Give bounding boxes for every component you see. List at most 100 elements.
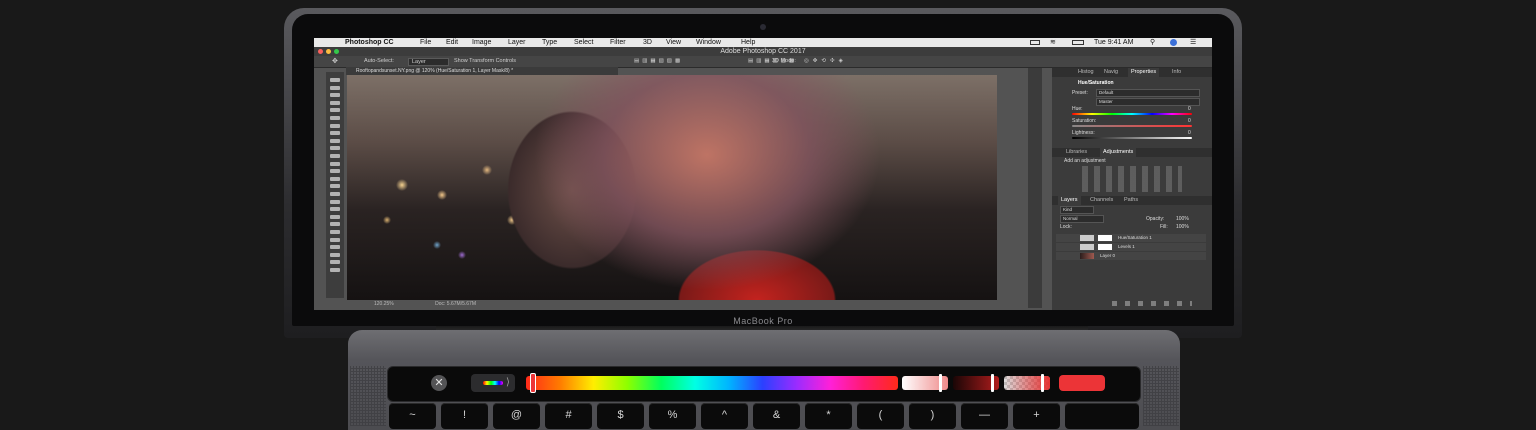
tool-icon[interactable] bbox=[330, 93, 340, 98]
shade-slider-handle[interactable] bbox=[991, 374, 994, 392]
align-icons[interactable]: ▤▥▦▧▨▩ bbox=[634, 56, 683, 67]
tool-icon[interactable] bbox=[330, 169, 340, 174]
menu-image[interactable]: Image bbox=[472, 38, 491, 47]
tab-libraries[interactable]: Libraries bbox=[1066, 148, 1087, 157]
tab-properties[interactable]: Properties bbox=[1128, 68, 1160, 77]
menu-view[interactable]: View bbox=[666, 38, 681, 47]
3d-mode-icons[interactable]: ◎✥⟲✣◈ bbox=[804, 56, 847, 67]
key-percent[interactable]: % bbox=[649, 403, 696, 429]
hue-value[interactable]: 0 bbox=[1188, 106, 1191, 112]
key-dollar[interactable]: $ bbox=[597, 403, 644, 429]
menu-3d[interactable]: 3D bbox=[643, 38, 652, 47]
saturation-slider[interactable] bbox=[1072, 125, 1192, 127]
tool-icon[interactable] bbox=[330, 108, 340, 113]
menu-select[interactable]: Select bbox=[574, 38, 593, 47]
tool-icon[interactable] bbox=[330, 176, 340, 181]
touch-bar-close-button[interactable]: ✕ bbox=[431, 375, 447, 391]
window-zoom-button[interactable] bbox=[334, 49, 339, 54]
image-canvas[interactable] bbox=[347, 75, 997, 300]
lightness-slider[interactable] bbox=[1072, 137, 1192, 139]
key-caret[interactable]: ^ bbox=[701, 403, 748, 429]
tool-icon[interactable] bbox=[330, 138, 340, 143]
tool-icon[interactable] bbox=[330, 214, 340, 219]
tab-histogram[interactable]: Histog bbox=[1078, 68, 1094, 77]
window-minimize-button[interactable] bbox=[326, 49, 331, 54]
opacity-value[interactable]: 100% bbox=[1176, 216, 1189, 222]
blend-mode-dropdown[interactable]: Normal bbox=[1060, 215, 1104, 223]
menu-filter[interactable]: Filter bbox=[610, 38, 626, 47]
tab-layers[interactable]: Layers bbox=[1058, 196, 1081, 205]
hue-slider[interactable] bbox=[1072, 113, 1192, 115]
key-left-paren[interactable]: ( bbox=[857, 403, 904, 429]
channel-dropdown[interactable]: Master bbox=[1096, 98, 1200, 106]
tool-icon[interactable] bbox=[330, 161, 340, 166]
auto-select-dropdown[interactable]: Layer bbox=[408, 58, 449, 66]
tool-icon[interactable] bbox=[330, 268, 340, 272]
tool-icon[interactable] bbox=[330, 100, 340, 105]
tool-icon[interactable] bbox=[330, 78, 340, 82]
key-asterisk[interactable]: * bbox=[805, 403, 852, 429]
tab-paths[interactable]: Paths bbox=[1124, 196, 1138, 205]
document-tab[interactable]: Rooftopandsunset.NY.png @ 120% (Hue/Satu… bbox=[346, 67, 618, 75]
layer-footer-icons[interactable] bbox=[1112, 301, 1192, 306]
tab-info[interactable]: Info bbox=[1172, 68, 1181, 77]
key-exclamation[interactable]: ! bbox=[441, 403, 488, 429]
spotlight-icon[interactable]: ⚲ bbox=[1150, 38, 1155, 47]
lightness-value[interactable]: 0 bbox=[1188, 130, 1191, 136]
layer-kind-filter[interactable]: Kind bbox=[1060, 206, 1094, 214]
tool-icon[interactable] bbox=[330, 207, 340, 212]
key-hash[interactable]: # bbox=[545, 403, 592, 429]
key-at[interactable]: @ bbox=[493, 403, 540, 429]
menu-file[interactable]: File bbox=[420, 38, 431, 47]
preset-dropdown[interactable]: Default bbox=[1096, 89, 1200, 97]
layer-row[interactable]: Levels 1 bbox=[1056, 243, 1206, 251]
menubar-clock[interactable]: Tue 9:41 AM bbox=[1094, 38, 1133, 47]
notification-center-icon[interactable]: ☰ bbox=[1190, 38, 1196, 47]
tool-icon[interactable] bbox=[330, 192, 340, 196]
tool-icon[interactable] bbox=[330, 146, 340, 151]
tool-icon[interactable] bbox=[330, 184, 340, 189]
layer-name[interactable]: Hue/Saturation 1 bbox=[1118, 234, 1152, 242]
tab-adjustments[interactable]: Adjustments bbox=[1100, 148, 1137, 157]
adjustment-icons-grid[interactable] bbox=[1082, 166, 1182, 192]
tool-icon[interactable] bbox=[330, 131, 340, 136]
tab-navigator[interactable]: Navig bbox=[1104, 68, 1118, 77]
menu-help[interactable]: Help bbox=[741, 38, 755, 47]
saturation-value[interactable]: 0 bbox=[1188, 118, 1191, 124]
layer-name[interactable]: Layer 0 bbox=[1100, 252, 1115, 260]
key-tilde[interactable]: ~ bbox=[389, 403, 436, 429]
tool-icon[interactable] bbox=[330, 199, 340, 204]
menu-edit[interactable]: Edit bbox=[446, 38, 458, 47]
airplay-icon[interactable] bbox=[1030, 40, 1040, 45]
hue-slider-handle[interactable] bbox=[529, 373, 536, 393]
key-dash[interactable]: — bbox=[961, 403, 1008, 429]
key-plus[interactable]: + bbox=[1013, 403, 1060, 429]
app-menu[interactable]: Photoshop CC bbox=[345, 38, 394, 47]
key-ampersand[interactable]: & bbox=[753, 403, 800, 429]
key-right-paren[interactable]: ) bbox=[909, 403, 956, 429]
tool-icon[interactable] bbox=[330, 154, 340, 158]
fill-value[interactable]: 100% bbox=[1176, 224, 1189, 230]
tool-icon[interactable] bbox=[330, 260, 340, 265]
layer-row[interactable]: Layer 0 bbox=[1056, 252, 1206, 260]
tool-icon[interactable] bbox=[330, 245, 340, 250]
tool-icon[interactable] bbox=[330, 116, 340, 120]
layer-row[interactable]: Hue/Saturation 1 bbox=[1056, 234, 1206, 242]
tool-icon[interactable] bbox=[330, 237, 340, 242]
move-tool-icon[interactable]: ✥ bbox=[332, 56, 338, 67]
tool-icon[interactable] bbox=[330, 230, 340, 234]
hue-spectrum-slider[interactable] bbox=[526, 376, 898, 390]
key-delete[interactable] bbox=[1065, 403, 1139, 429]
menu-layer[interactable]: Layer bbox=[508, 38, 526, 47]
tool-icon[interactable] bbox=[330, 85, 340, 90]
selected-color-swatch[interactable] bbox=[1059, 375, 1105, 391]
tool-icon[interactable] bbox=[330, 252, 340, 257]
transform-controls-checkbox-label[interactable]: Show Transform Controls bbox=[454, 56, 516, 67]
wifi-icon[interactable]: ≋ bbox=[1050, 38, 1056, 47]
siri-icon[interactable] bbox=[1170, 39, 1177, 46]
window-close-button[interactable] bbox=[318, 49, 323, 54]
tab-channels[interactable]: Channels bbox=[1090, 196, 1113, 205]
tool-icon[interactable] bbox=[330, 123, 340, 128]
menu-type[interactable]: Type bbox=[542, 38, 557, 47]
tint-slider-handle[interactable] bbox=[939, 374, 942, 392]
